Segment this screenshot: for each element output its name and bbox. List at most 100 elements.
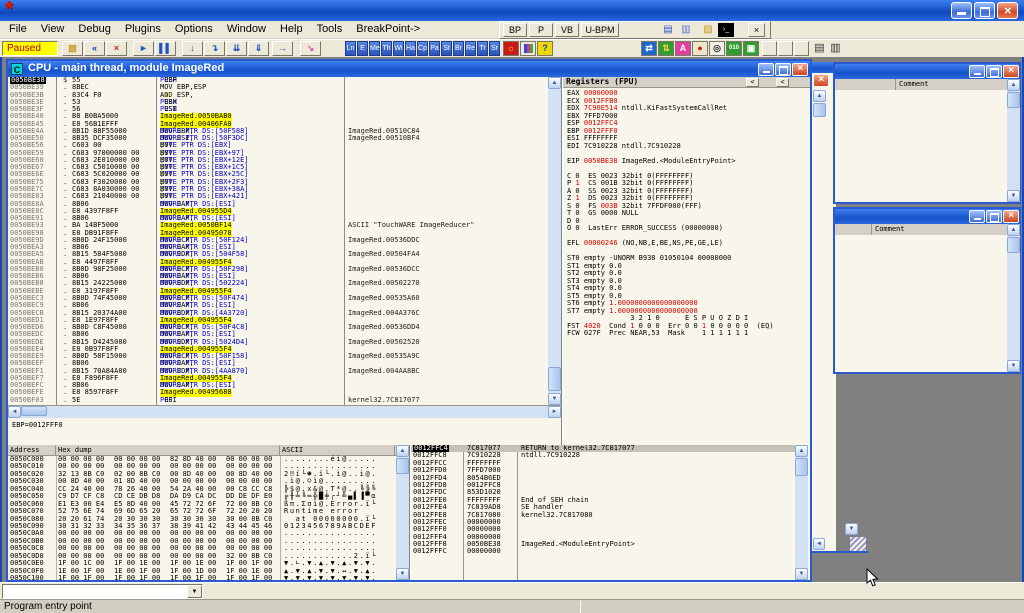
scroll-down-icon[interactable] — [1007, 190, 1020, 202]
disasm-row[interactable]: 0050BE83.C683 21040000 00MOV BYTE PTR DS… — [8, 193, 548, 200]
step-over-button[interactable]: ↴ — [204, 41, 225, 56]
maximize-icon[interactable] — [986, 65, 1002, 78]
animate-into-button[interactable]: ⇊ — [226, 41, 247, 56]
log-icon[interactable]: ▤ — [660, 23, 676, 37]
options-button[interactable]: ☼ — [503, 41, 519, 56]
comment-window-top-titlebar[interactable] — [835, 64, 1019, 79]
close-program-button[interactable]: × — [106, 41, 127, 56]
record-button[interactable]: ● — [692, 41, 708, 56]
background-scroll-left[interactable] — [813, 538, 825, 550]
menu-item-help[interactable]: Help — [273, 21, 310, 38]
spiral-button[interactable]: ◎ — [709, 41, 725, 56]
scroll-up-icon[interactable] — [548, 77, 561, 89]
layout-list-icon[interactable]: ▤ — [812, 42, 827, 56]
hex-dump-pane[interactable]: AddressHex dumpASCII 0050C00000 00 00 00… — [8, 445, 396, 580]
background-scroll-down[interactable] — [845, 523, 858, 535]
register-line[interactable]: EDI 7C910228 ntdll.7C910228 — [567, 143, 810, 151]
console-icon[interactable]: ›_ — [718, 23, 734, 37]
cpu-maximize-button[interactable] — [775, 63, 791, 76]
resize-grip[interactable] — [850, 537, 866, 551]
scroll-left-icon[interactable] — [8, 406, 21, 418]
dump-row[interactable]: 0050C1001F 00 1F 001F 00 1F 001F 00 1F 0… — [8, 575, 396, 580]
disasm-row[interactable]: 0050BEC3.8B0D 74F45000MOV ECX,DWORD PTR … — [8, 295, 548, 302]
plugin-button-vb[interactable]: VB — [555, 23, 579, 37]
open-file-button[interactable]: ▧ — [62, 41, 83, 56]
maximize-icon[interactable] — [986, 210, 1002, 223]
column-header-comment[interactable]: Comment — [896, 79, 1008, 90]
disasm-row[interactable]: 0050BEB0.8B0D 98F25000MOV ECX,DWORD PTR … — [8, 266, 548, 273]
menu-item-view[interactable]: View — [34, 21, 72, 38]
disasm-row[interactable]: 0050BEE9.8B0D 58F15000MOV ECX,DWORD PTR … — [8, 353, 548, 360]
stack-vscrollbar[interactable] — [795, 445, 808, 580]
step-into-button[interactable]: ↓ — [182, 41, 203, 56]
pane-button-sr[interactable]: Sr — [489, 41, 500, 56]
scroll-up-icon[interactable] — [795, 445, 808, 457]
column-header[interactable] — [835, 79, 896, 90]
updown-button[interactable]: ⇅ — [658, 41, 674, 56]
registers-pane[interactable]: Registers (FPU) < < EAX 00000000ECX 0012… — [563, 77, 810, 445]
minimize-icon[interactable] — [969, 65, 985, 78]
minimize-button[interactable] — [951, 2, 972, 19]
pane-button-tr[interactable]: Tr — [477, 41, 488, 56]
cpu-close-button[interactable] — [792, 63, 808, 76]
disasm-row[interactable]: 0050BE38$55PUSH EBP — [8, 77, 548, 84]
scroll-down-icon[interactable] — [1007, 360, 1020, 372]
menu-item-options[interactable]: Options — [168, 21, 220, 38]
disasm-hscrollbar[interactable] — [8, 406, 561, 418]
animate-over-button[interactable]: ⇓ — [248, 41, 269, 56]
scroll-thumb[interactable] — [1007, 92, 1020, 108]
plugin-button-ubpm[interactable]: U-BPM — [581, 23, 619, 37]
pane-button-e[interactable]: E — [357, 41, 368, 56]
cpu-title-bar[interactable]: C CPU - main thread, module ImageRed — [8, 61, 810, 77]
swap-button[interactable]: ⇄ — [641, 41, 657, 56]
stack-row[interactable]: 0012FFFC00000000 — [411, 548, 795, 555]
pane-button-wi[interactable]: Wi — [393, 41, 404, 56]
disasm-vscrollbar[interactable] — [548, 77, 561, 405]
collapse-button[interactable]: < — [776, 78, 789, 87]
register-line[interactable]: FCW 027F Prec NEAR,53 Mask 1 1 1 1 1 1 — [567, 330, 810, 338]
close-button[interactable] — [997, 2, 1018, 19]
scroll-up-icon[interactable] — [1007, 224, 1020, 236]
scroll-right-icon[interactable] — [548, 406, 561, 418]
pane-button-me[interactable]: Me — [369, 41, 380, 56]
column-header[interactable] — [835, 224, 872, 235]
pause-button[interactable]: ▌▌ — [155, 41, 176, 56]
window-button[interactable]: ▣ — [743, 41, 759, 56]
scroll-up-icon[interactable] — [396, 445, 409, 457]
scroll-thumb[interactable] — [548, 367, 561, 391]
dump-vscrollbar[interactable] — [396, 445, 409, 580]
pane-button-ln[interactable]: Ln — [345, 41, 356, 56]
disassembly-pane[interactable]: 0050BE38$55PUSH EBP0050BE39.8BECMOV EBP,… — [8, 77, 548, 405]
help-button[interactable]: ? — [537, 41, 553, 56]
pane-button-br[interactable]: Br — [453, 41, 464, 56]
pane-button-re[interactable]: Re — [465, 41, 476, 56]
menu-item-file[interactable]: File — [2, 21, 34, 38]
command-combobox[interactable] — [2, 584, 203, 599]
background-scroll-thumb[interactable] — [813, 103, 826, 117]
disasm-row[interactable]: 0050BE9D.8B0D 24F15000MOV ECX,DWORD PTR … — [8, 237, 548, 244]
command-input[interactable] — [4, 586, 186, 597]
title-bar[interactable]: * — [0, 0, 1024, 21]
menu-item-window[interactable]: Window — [220, 21, 273, 38]
plugin-button-bp[interactable]: BP — [503, 23, 527, 37]
menu-item-breakpoint[interactable]: BreakPoint-> — [349, 21, 427, 38]
disasm-row[interactable]: 0050BE3E.53PUSH EBX — [8, 99, 548, 106]
plugin-button-p[interactable]: P — [529, 23, 553, 37]
register-line[interactable]: EIP 0050BE38 ImageRed.<ModuleEntryPoint> — [567, 158, 810, 166]
close-icon[interactable] — [1003, 65, 1019, 78]
scroll-down-icon[interactable] — [548, 393, 561, 405]
scroll-up-icon[interactable] — [1007, 79, 1020, 91]
scroll-thumb[interactable] — [396, 458, 409, 474]
plugin-toolbar-close-button[interactable]: × — [748, 23, 765, 37]
restore-button[interactable] — [974, 2, 995, 19]
disasm-row[interactable]: 0050BED6.8B0D C8F45000MOV ECX,DWORD PTR … — [8, 324, 548, 331]
collapse-button[interactable]: < — [746, 78, 759, 87]
scrollbar[interactable] — [1007, 224, 1020, 372]
background-window-close-button[interactable] — [813, 74, 829, 87]
binary-button[interactable]: 010 — [726, 41, 742, 56]
pane-button-ha[interactable]: Ha — [405, 41, 416, 56]
folder-icon[interactable]: ▧ — [700, 23, 716, 37]
scroll-down-icon[interactable] — [795, 568, 808, 580]
column-header-comment[interactable]: Comment — [872, 224, 1008, 235]
close-icon[interactable] — [1003, 210, 1019, 223]
